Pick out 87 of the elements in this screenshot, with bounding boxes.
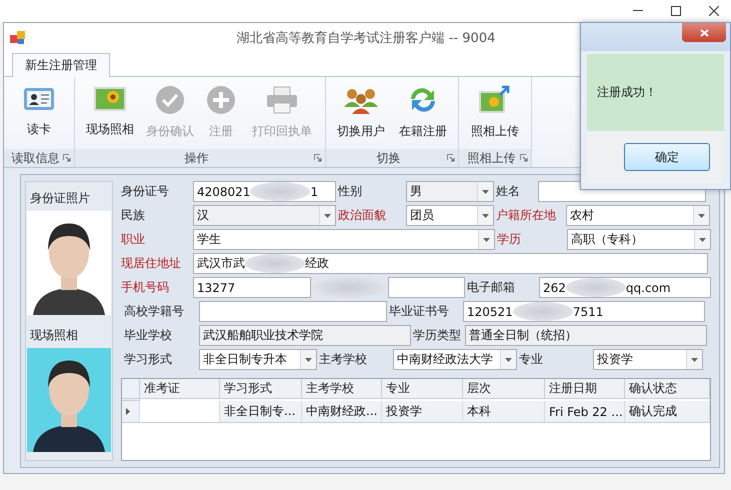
field-label: 学历类型 xyxy=(413,327,462,344)
dropdown-field[interactable]: 投资学 xyxy=(593,349,703,370)
dropdown-field[interactable]: 非全日制专升本 xyxy=(199,349,317,370)
ribbon-button[interactable]: 切换用户 xyxy=(330,80,392,149)
close-button[interactable] xyxy=(682,23,726,42)
caret-icon xyxy=(483,238,490,242)
row-header[interactable] xyxy=(122,401,140,423)
table-cell: Fri Feb 22 ... xyxy=(545,401,625,423)
app-icon xyxy=(10,30,26,45)
expand-icon[interactable] xyxy=(447,154,455,162)
dropdown-field[interactable]: 高职（专科） xyxy=(567,229,711,250)
photo-icon xyxy=(93,84,127,113)
caret-icon xyxy=(482,214,489,218)
field-label: 手机号码 xyxy=(121,279,170,296)
photo-label: 身份证照片 xyxy=(29,190,90,207)
caret-icon xyxy=(324,214,331,218)
maximize-icon[interactable] xyxy=(671,6,681,16)
input-field[interactable]: 262 qq.com xyxy=(539,277,711,298)
photo-label: 现场照相 xyxy=(29,327,78,344)
field-label: 身份证号 xyxy=(121,183,170,200)
input-field[interactable] xyxy=(388,277,465,298)
group-label: 操作 xyxy=(184,150,210,166)
field-label: 姓名 xyxy=(496,183,521,200)
field-label: 专业 xyxy=(519,351,544,368)
column-header[interactable]: 层次 xyxy=(463,379,545,398)
input-field[interactable]: 13277 xyxy=(193,277,311,298)
caret-icon xyxy=(305,358,312,362)
table-cell: 投资学 xyxy=(382,401,463,423)
column-header[interactable]: 学习形式 xyxy=(220,379,302,398)
row-pointer-icon xyxy=(126,408,130,415)
field-label: 毕业证书号 xyxy=(389,303,450,320)
input-field[interactable]: 武汉市武 经政 xyxy=(193,253,708,274)
field-label: 现居住地址 xyxy=(121,255,182,272)
field-label: 毕业学校 xyxy=(124,327,173,344)
dropdown-field[interactable]: 团员 xyxy=(406,205,494,226)
field-label: 学历 xyxy=(497,231,522,248)
window-title: 湖北省高等教育自学考试注册客户端 -- 9004 xyxy=(236,30,496,47)
field-label: 政治面貌 xyxy=(338,207,387,224)
column-header[interactable]: 注册日期 xyxy=(545,379,625,398)
check-icon xyxy=(155,84,185,115)
caret-icon xyxy=(505,358,512,362)
field-label: 电子邮箱 xyxy=(467,279,516,296)
table-cell: 中南财经政... xyxy=(302,401,382,423)
group-label: 读取信息 xyxy=(10,150,60,166)
dropdown-field[interactable]: 农村 xyxy=(566,205,710,226)
photo-upload-icon xyxy=(478,84,512,115)
printer-icon xyxy=(265,84,299,115)
field-label: 主考学校 xyxy=(319,351,368,368)
ribbon-button[interactable]: 在籍注册 xyxy=(392,80,454,149)
close-icon[interactable] xyxy=(709,6,719,16)
field-label: 性别 xyxy=(338,183,363,200)
column-header[interactable]: 确认状态 xyxy=(625,379,710,398)
caret-icon xyxy=(482,190,489,194)
field-label: 职业 xyxy=(121,231,146,248)
group-label: 照相上传 xyxy=(466,150,516,166)
field-label: 民族 xyxy=(121,207,146,224)
field-label: 学习形式 xyxy=(124,351,173,368)
expand-icon[interactable] xyxy=(520,154,528,162)
dropdown-field[interactable]: 学生 xyxy=(193,229,495,250)
dialog-message: 注册成功！ xyxy=(597,84,657,101)
close-icon xyxy=(700,28,708,36)
caret-icon xyxy=(699,238,706,242)
input-field[interactable]: 120521 7511 xyxy=(463,301,705,322)
ribbon-button[interactable]: 现场照相 xyxy=(79,80,141,149)
column-header[interactable]: 专业 xyxy=(382,379,463,398)
ribbon-button[interactable]: 读卡 xyxy=(8,80,70,149)
field-label: 高校学籍号 xyxy=(124,303,185,320)
minimize-icon[interactable] xyxy=(633,10,643,12)
input-field[interactable] xyxy=(199,301,387,322)
ok-button[interactable]: 确定 xyxy=(624,143,710,171)
plus-icon xyxy=(206,84,236,115)
ribbon-tab[interactable]: 新生注册管理 xyxy=(12,52,110,77)
expand-icon[interactable] xyxy=(314,154,322,162)
column-header[interactable]: 主考学校 xyxy=(302,379,382,398)
column-header[interactable]: 准考证 xyxy=(140,379,220,398)
caret-icon xyxy=(691,358,698,362)
table-cell: 确认完成 xyxy=(625,401,710,423)
field-label: 户籍所在地 xyxy=(496,207,557,224)
dropdown-field[interactable]: 中南财经政法大学 xyxy=(393,349,517,370)
ribbon-button[interactable]: 照相上传 xyxy=(463,80,527,149)
grid-corner xyxy=(122,379,140,398)
table-cell: 本科 xyxy=(463,401,545,423)
expand-icon[interactable] xyxy=(63,154,71,162)
caret-icon xyxy=(698,214,705,218)
group-label: 切换 xyxy=(376,150,402,166)
table-cell: 非全日制专... xyxy=(220,401,302,423)
input-field[interactable]: 4208021 1 xyxy=(193,181,336,202)
